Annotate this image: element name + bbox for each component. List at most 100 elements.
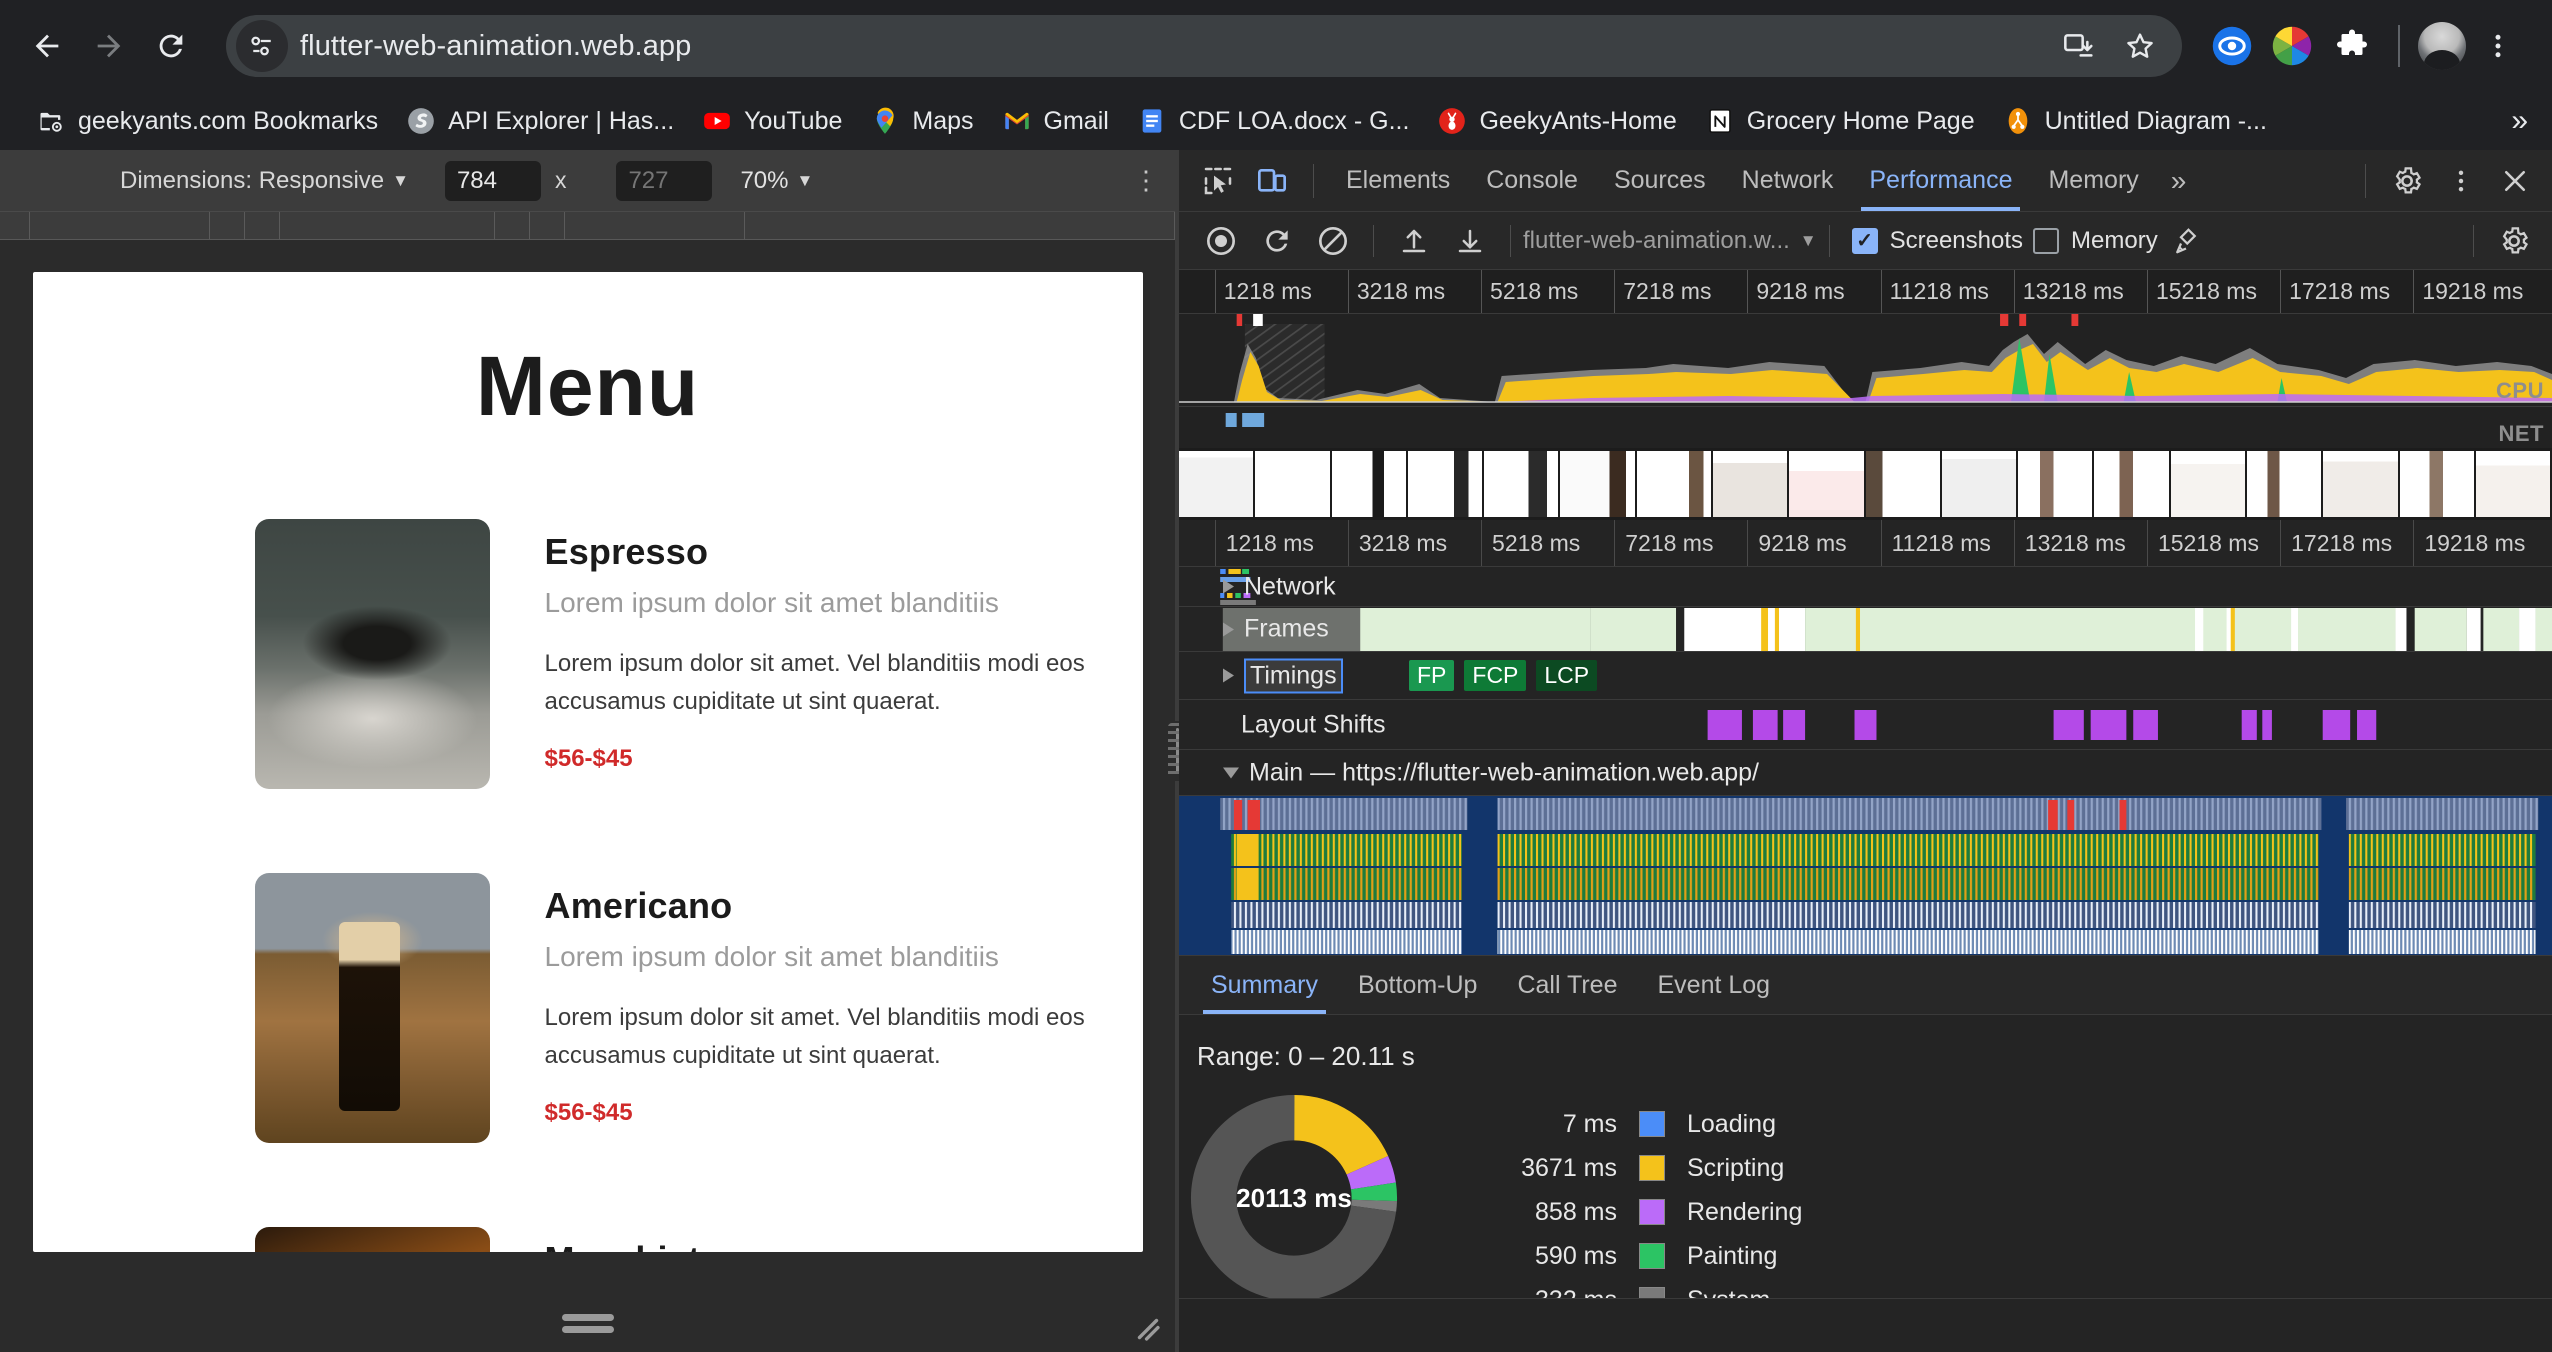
close-icon[interactable] xyxy=(2492,158,2538,204)
tab-bottom-up[interactable]: Bottom-Up xyxy=(1338,956,1497,1014)
clear-icon[interactable] xyxy=(1311,219,1355,263)
legend-row-loading[interactable]: 7 ms Loading xyxy=(1449,1102,1802,1146)
legend-row-scripting[interactable]: 3671 ms Scripting xyxy=(1449,1146,1802,1190)
timing-marker-fcp[interactable]: FCP xyxy=(1464,660,1526,691)
filmstrip-frame[interactable] xyxy=(1942,451,2016,517)
download-profile-icon[interactable] xyxy=(1448,219,1492,263)
filmstrip-frame[interactable] xyxy=(1560,451,1634,517)
screenshot-filmstrip[interactable] xyxy=(1179,448,2552,520)
bookmark-youtube[interactable]: YouTube xyxy=(688,100,856,142)
filmstrip-frame[interactable] xyxy=(2400,451,2474,517)
back-button[interactable] xyxy=(18,17,76,75)
track-frames[interactable]: Frames xyxy=(1179,606,2552,651)
flame-chart[interactable] xyxy=(1179,795,2552,955)
tab-performance[interactable]: Performance xyxy=(1851,150,2030,211)
timing-marker-lcp[interactable]: LCP xyxy=(1536,660,1597,691)
track-main[interactable]: Main — https://flutter-web-animation.web… xyxy=(1179,749,2552,795)
filmstrip-frame[interactable] xyxy=(1408,451,1482,517)
tab-console[interactable]: Console xyxy=(1468,150,1596,211)
filmstrip-frame[interactable] xyxy=(1713,451,1787,517)
filmstrip-frame[interactable] xyxy=(1484,451,1558,517)
memory-checkbox[interactable]: Memory xyxy=(2033,227,2158,255)
bookmark-api-explorer[interactable]: API Explorer | Has... xyxy=(392,100,688,142)
chevron-down-icon[interactable]: ▼ xyxy=(392,171,409,191)
filmstrip-frame[interactable] xyxy=(1179,451,1253,517)
filmstrip-frame[interactable] xyxy=(2476,451,2550,517)
track-network-label[interactable]: Network xyxy=(1223,572,1336,601)
bookmark-maps[interactable]: Maps xyxy=(856,100,987,142)
filmstrip-frame[interactable] xyxy=(1637,451,1711,517)
track-timings[interactable]: Timings FP FCP LCP xyxy=(1179,651,2552,699)
viewport-corner-resize-icon[interactable] xyxy=(1131,1312,1165,1346)
track-frames-label[interactable]: Frames xyxy=(1223,615,1329,644)
bookmark-gmail[interactable]: Gmail xyxy=(988,100,1123,142)
filmstrip-frame[interactable] xyxy=(1332,451,1406,517)
expand-triangle-icon[interactable] xyxy=(1223,669,1234,683)
forward-button[interactable] xyxy=(80,17,138,75)
inspect-element-icon[interactable] xyxy=(1195,158,1241,204)
tab-elements[interactable]: Elements xyxy=(1328,150,1468,211)
legend-row-system[interactable]: 332 ms System xyxy=(1449,1278,1802,1298)
page-viewport[interactable]: Menu Espresso Lorem ipsum dolor sit amet… xyxy=(33,272,1143,1252)
track-layout-shifts-label[interactable]: Layout Shifts xyxy=(1241,710,1386,739)
reload-button[interactable] xyxy=(142,17,200,75)
bookmark-untitled-diagram[interactable]: Untitled Diagram -... xyxy=(1989,100,2281,142)
width-input[interactable] xyxy=(445,161,541,201)
track-main-label[interactable]: Main — https://flutter-web-animation.web… xyxy=(1223,758,1759,787)
upload-profile-icon[interactable] xyxy=(1392,219,1436,263)
screenshots-checkbox[interactable]: Screenshots xyxy=(1852,227,2023,255)
filmstrip-frame[interactable] xyxy=(1866,451,1940,517)
device-toolbar-icon[interactable] xyxy=(1249,158,1295,204)
reload-and-record-icon[interactable] xyxy=(1255,219,1299,263)
timeline-overview[interactable]: 1218 ms 3218 ms 5218 ms 7218 ms 9218 ms … xyxy=(1179,270,2552,520)
avatar[interactable] xyxy=(2418,22,2466,70)
filmstrip-frame[interactable] xyxy=(2247,451,2321,517)
bookmark-geekyants[interactable]: geekyants.com Bookmarks xyxy=(22,100,392,142)
tab-network[interactable]: Network xyxy=(1724,150,1852,211)
kebab-menu-icon[interactable] xyxy=(2470,18,2526,74)
capture-settings-gear-icon[interactable] xyxy=(2492,219,2536,263)
list-item[interactable]: Americano Lorem ipsum dolor sit amet bla… xyxy=(33,873,1143,1143)
filmstrip-frame[interactable] xyxy=(2018,451,2092,517)
tab-call-tree[interactable]: Call Tree xyxy=(1497,956,1637,1014)
expand-triangle-icon[interactable] xyxy=(1223,580,1234,594)
device-toolbar-kebab-menu-icon[interactable]: ⋮ xyxy=(1133,165,1159,196)
collect-garbage-icon[interactable] xyxy=(2164,219,2208,263)
track-timings-label[interactable]: Timings xyxy=(1223,658,1343,693)
eye-extension-icon[interactable] xyxy=(2204,18,2260,74)
tab-event-log[interactable]: Event Log xyxy=(1638,956,1791,1014)
site-info-icon[interactable] xyxy=(236,20,288,72)
timeline-tracks[interactable]: 1218 ms 3218 ms 5218 ms 7218 ms 9218 ms … xyxy=(1179,520,2552,955)
timing-marker-fp[interactable]: FP xyxy=(1409,660,1454,691)
profile-select[interactable]: flutter-web-animation.w... ▼ xyxy=(1523,227,1817,255)
tab-sources[interactable]: Sources xyxy=(1596,150,1724,211)
bookmark-cdf-loa[interactable]: CDF LOA.docx - G... xyxy=(1123,100,1424,142)
zoom-chevron-down-icon[interactable]: ▼ xyxy=(797,171,814,191)
kebab-menu-icon[interactable] xyxy=(2438,158,2484,204)
dimensions-select[interactable]: Dimensions: Responsive xyxy=(120,167,384,195)
star-icon[interactable] xyxy=(2112,18,2168,74)
tab-memory[interactable]: Memory xyxy=(2030,150,2156,211)
expand-triangle-icon[interactable] xyxy=(1223,622,1234,636)
legend-row-rendering[interactable]: 858 ms Rendering xyxy=(1449,1190,1802,1234)
list-item[interactable]: Espresso Lorem ipsum dolor sit amet blan… xyxy=(33,519,1143,789)
filmstrip-frame[interactable] xyxy=(1789,451,1863,517)
filmstrip-frame[interactable] xyxy=(1255,451,1329,517)
filmstrip-frame[interactable] xyxy=(2171,451,2245,517)
tabs-overflow-button[interactable]: » xyxy=(2157,165,2201,197)
filmstrip-frame[interactable] xyxy=(2323,451,2397,517)
bookmark-geekyants-home[interactable]: GeekyAnts-Home xyxy=(1423,100,1690,142)
tab-summary[interactable]: Summary xyxy=(1191,956,1338,1014)
record-icon[interactable] xyxy=(1199,219,1243,263)
legend-row-painting[interactable]: 590 ms Painting xyxy=(1449,1234,1802,1278)
track-network[interactable]: Network xyxy=(1179,566,2552,606)
height-input[interactable] xyxy=(616,161,712,201)
bookmark-grocery-home-page[interactable]: Grocery Home Page xyxy=(1691,100,1989,142)
address-bar[interactable]: flutter-web-animation.web.app xyxy=(226,15,2182,77)
puzzle-extensions-icon[interactable] xyxy=(2324,18,2380,74)
list-item[interactable]: Macchiato xyxy=(33,1227,1143,1252)
color-wheel-extension-icon[interactable] xyxy=(2264,18,2320,74)
track-layout-shifts[interactable]: Layout Shifts xyxy=(1179,699,2552,749)
bookmarks-overflow-button[interactable]: » xyxy=(2511,104,2536,138)
filmstrip-frame[interactable] xyxy=(2094,451,2168,517)
